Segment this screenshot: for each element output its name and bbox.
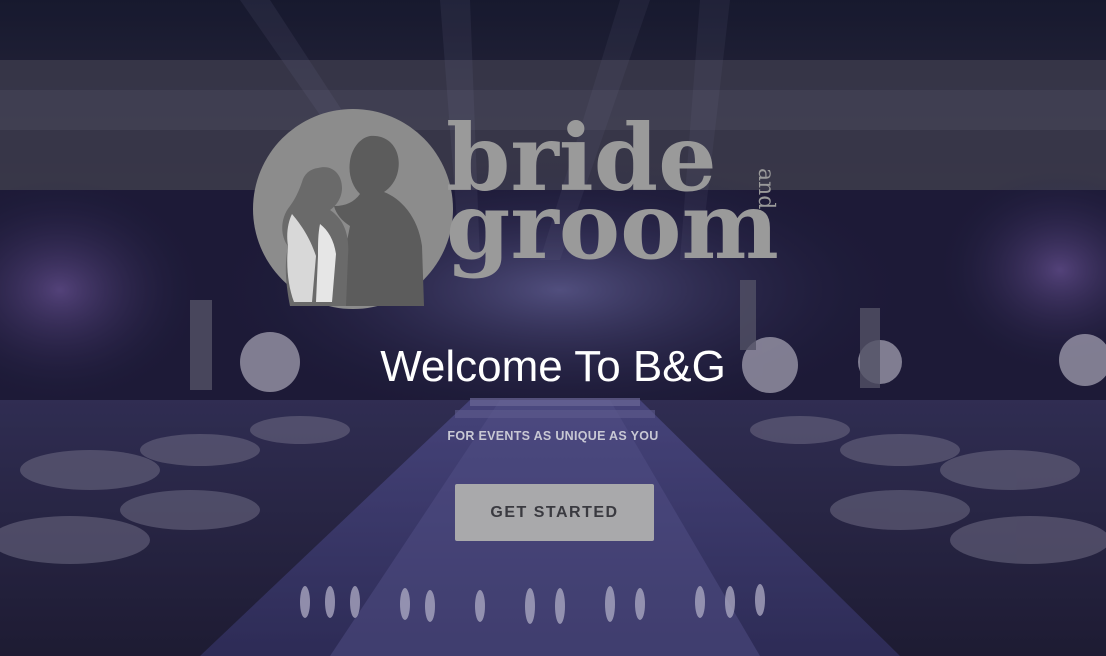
hero-section: bride and groom Welcome To B&G FOR EVENT…: [0, 0, 1106, 656]
couple-silhouette-icon: [250, 106, 456, 312]
tagline: FOR EVENTS AS UNIQUE AS YOU: [447, 429, 659, 443]
logo-word-groom: groom: [446, 172, 779, 280]
dark-overlay: [0, 0, 1106, 656]
brand-logo[interactable]: bride and groom: [250, 106, 862, 314]
get-started-button[interactable]: GET STARTED: [455, 484, 654, 541]
page-title: Welcome To B&G: [380, 342, 726, 391]
